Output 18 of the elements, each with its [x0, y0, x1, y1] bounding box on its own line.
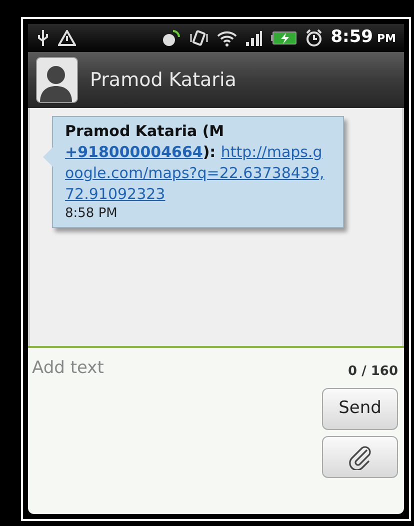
- vibrate-icon: [188, 29, 209, 47]
- send-button[interactable]: Send: [322, 388, 398, 430]
- status-meridiem: PM: [376, 31, 396, 48]
- battery-icon: [270, 31, 297, 45]
- signal-icon: [244, 30, 263, 46]
- message-text: Pramod Kataria (M +918000004664): http://maps.google.com/maps?q=22.63738439,72.91092323: [65, 121, 326, 205]
- usb-icon: [36, 29, 50, 47]
- character-counter: 0 / 160: [348, 363, 398, 381]
- message-input-field[interactable]: Add text: [32, 356, 324, 382]
- status-time: 8:59: [330, 26, 373, 50]
- contact-avatar-icon[interactable]: [36, 57, 78, 103]
- alarm-clock-icon: [304, 29, 323, 47]
- contact-name: Pramod Kataria: [90, 68, 236, 93]
- warning-icon: [58, 30, 76, 46]
- message-time: 8:58 PM: [65, 205, 118, 223]
- paperclip-icon: [347, 444, 373, 470]
- wifi-icon: [216, 29, 237, 47]
- attach-button[interactable]: [322, 436, 398, 478]
